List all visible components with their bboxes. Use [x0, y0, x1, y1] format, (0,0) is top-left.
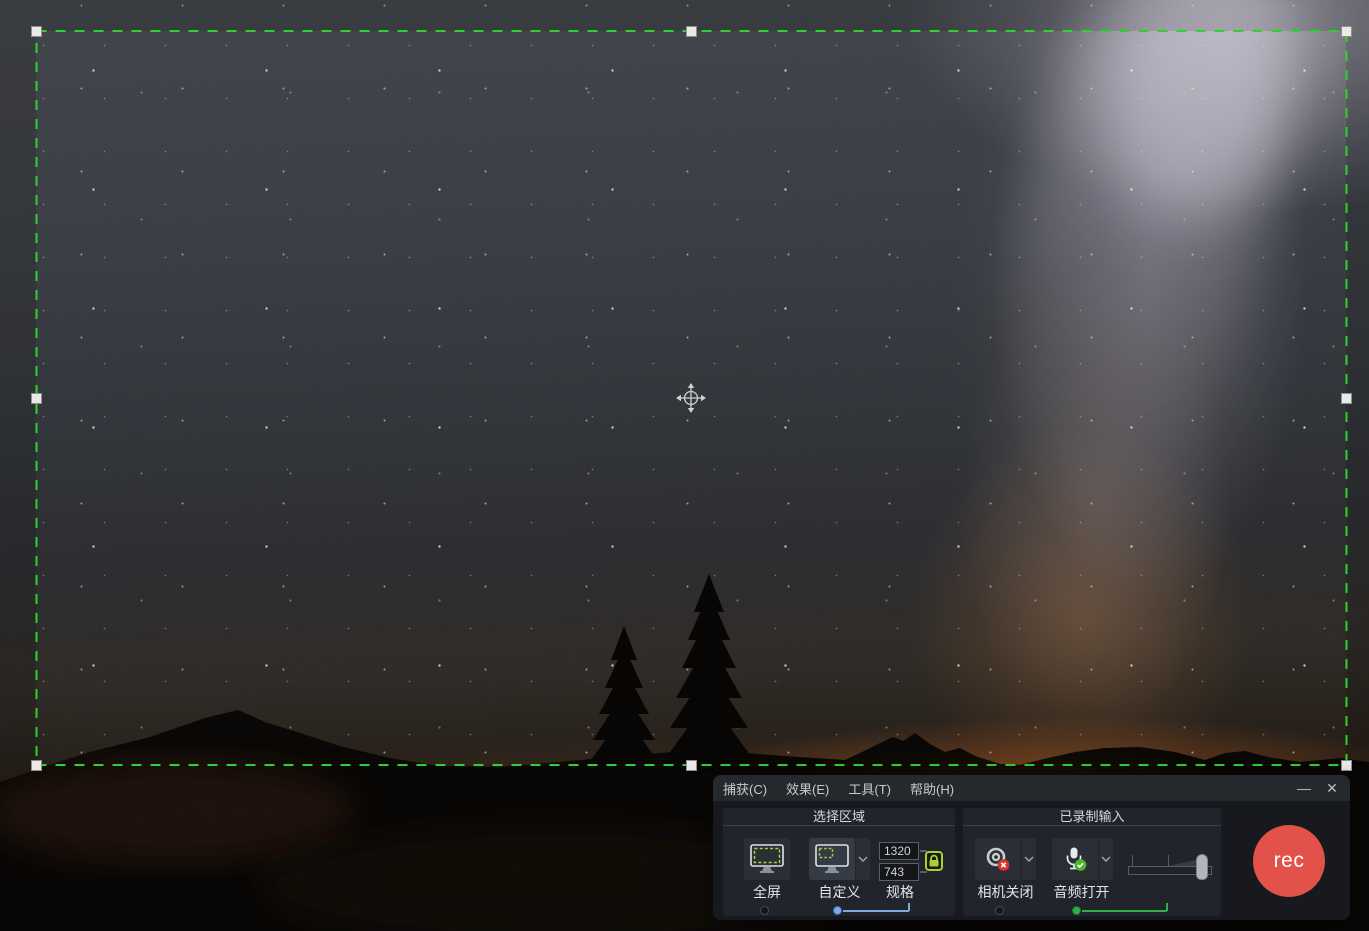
chevron-down-icon [1024, 856, 1034, 862]
titlebar[interactable]: 捕获(C) 效果(E) 工具(T) 帮助(H) — ✕ [713, 775, 1350, 801]
camera-dropdown[interactable] [1022, 838, 1036, 880]
selection-handle-ne[interactable] [1341, 26, 1352, 37]
camera-button[interactable] [975, 838, 1021, 880]
height-input[interactable] [879, 863, 919, 881]
window-controls: — ✕ [1294, 775, 1342, 801]
menu-tools[interactable]: 工具(T) [848, 779, 891, 798]
fullscreen-button[interactable] [744, 838, 790, 880]
custom-region-label: 自定义 [809, 882, 870, 902]
link-line-bottom [920, 871, 927, 873]
audio-group [1052, 838, 1113, 880]
custom-region-dropdown[interactable] [856, 838, 870, 880]
aspect-lock-button[interactable] [925, 851, 943, 871]
chevron-down-icon [858, 856, 868, 862]
menu-effects[interactable]: 效果(E) [786, 779, 829, 798]
select-region-title: 选择区域 [723, 808, 955, 826]
camera-status-label: 相机关闭 [968, 882, 1043, 902]
recorded-inputs-title: 已录制输入 [963, 808, 1221, 826]
custom-region-group [809, 838, 870, 880]
microphone-icon [1062, 846, 1088, 872]
custom-region-button[interactable] [809, 838, 855, 880]
step-tick-blue [908, 903, 910, 911]
selection-handle-e[interactable] [1341, 393, 1352, 404]
spec-label: 规格 [874, 882, 926, 902]
audio-button[interactable] [1052, 838, 1098, 880]
move-crosshair-icon[interactable] [675, 382, 707, 414]
audio-dropdown[interactable] [1099, 838, 1113, 880]
screen: 捕获(C) 效果(E) 工具(T) 帮助(H) — ✕ 选择区域 [0, 0, 1369, 931]
selection-handle-n[interactable] [686, 26, 697, 37]
minimize-icon[interactable]: — [1294, 778, 1314, 798]
volume-slider-knob[interactable] [1196, 854, 1208, 880]
recorded-inputs-panel: 已录制输入 [963, 808, 1221, 916]
width-input[interactable] [879, 842, 919, 860]
step-connector-green [1082, 910, 1167, 912]
step-marker-fullscreen[interactable] [760, 906, 769, 915]
audio-status-label: 音频打开 [1044, 882, 1119, 902]
record-button[interactable]: rec [1253, 825, 1325, 897]
menu-help[interactable]: 帮助(H) [910, 779, 954, 798]
menu-bar: 捕获(C) 效果(E) 工具(T) 帮助(H) [713, 779, 954, 798]
selection-handle-s[interactable] [686, 760, 697, 771]
selection-handle-w[interactable] [31, 393, 42, 404]
step-marker-custom-active[interactable] [833, 906, 842, 915]
camera-group [975, 838, 1036, 880]
menu-capture[interactable]: 捕获(C) [723, 779, 767, 798]
step-tick-green [1166, 903, 1168, 911]
chevron-down-icon [1101, 856, 1111, 862]
selection-handle-se[interactable] [1341, 760, 1352, 771]
custom-region-monitor-icon [815, 844, 849, 874]
webcam-icon [985, 846, 1011, 872]
step-marker-camera[interactable] [995, 906, 1004, 915]
step-marker-audio-active[interactable] [1072, 906, 1081, 915]
recorder-toolbar-window: 捕获(C) 效果(E) 工具(T) 帮助(H) — ✕ 选择区域 [713, 775, 1350, 920]
lock-icon [928, 854, 940, 868]
audio-level-meter[interactable] [1128, 852, 1212, 886]
fullscreen-label: 全屏 [744, 882, 790, 902]
fullscreen-monitor-icon [750, 844, 784, 874]
selection-handle-sw[interactable] [31, 760, 42, 771]
step-connector-blue [843, 910, 909, 912]
close-icon[interactable]: ✕ [1322, 778, 1342, 798]
select-region-panel: 选择区域 [723, 808, 955, 916]
selection-handle-nw[interactable] [31, 26, 42, 37]
